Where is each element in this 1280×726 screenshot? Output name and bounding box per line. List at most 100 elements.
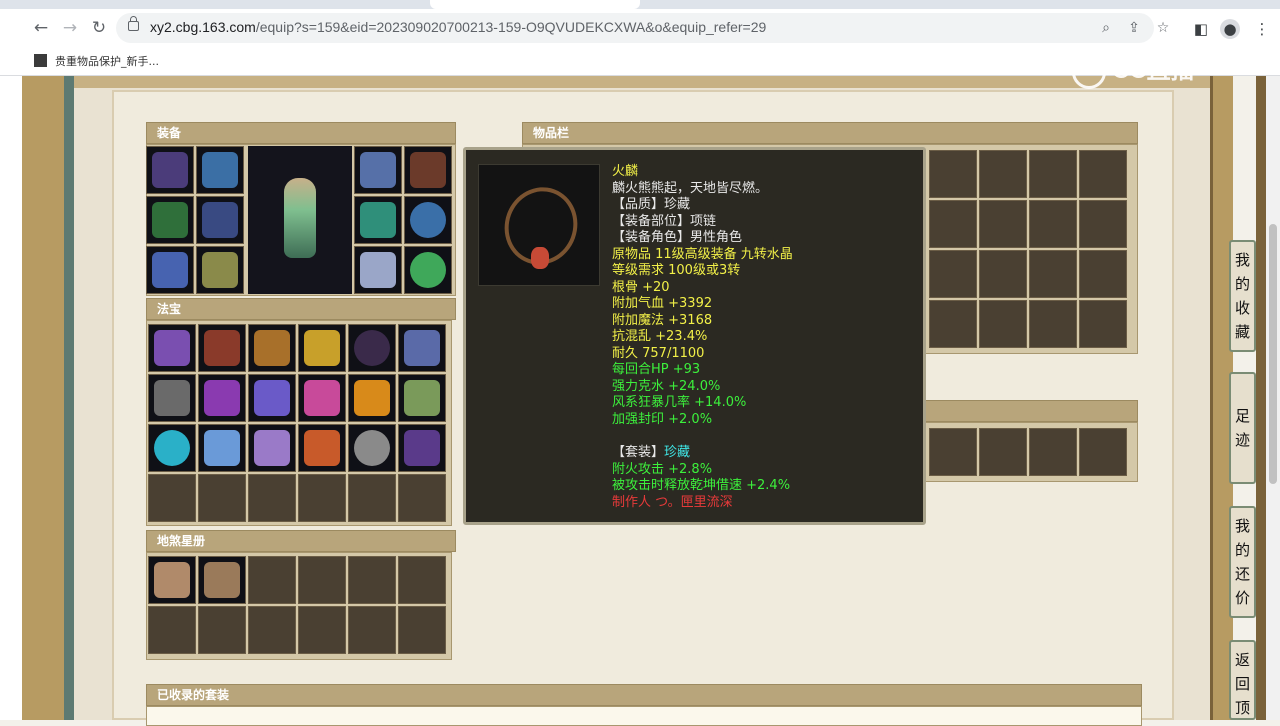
equip-slot-5[interactable] [146,246,194,294]
fabao-slot[interactable] [398,324,446,372]
equip-slot-6[interactable] [196,246,244,294]
item-level: 等级需求 100级或3转 [612,263,741,278]
fabao-empty-slot[interactable] [198,474,246,522]
fabao-slot[interactable] [148,324,196,372]
star-empty-slot[interactable] [298,556,346,604]
equip-slot-hat[interactable] [146,146,194,194]
fabao-slot[interactable] [198,424,246,472]
back-to-top-tab[interactable]: 返回顶 [1229,640,1256,720]
equip-slot-2[interactable] [196,146,244,194]
fabao-empty-slot[interactable] [398,474,446,522]
scrollbar-thumb[interactable] [1269,224,1277,484]
decorative-frame-left [22,76,68,720]
inventory-slot[interactable] [929,250,977,298]
fabao-empty-slot[interactable] [348,474,396,522]
star-card-slot[interactable] [198,556,246,604]
inventory-slot[interactable] [1029,200,1077,248]
star-empty-slot[interactable] [348,606,396,654]
star-empty-slot[interactable] [248,556,296,604]
equip-slot-12[interactable] [404,246,452,294]
fabao-slot[interactable] [398,374,446,422]
bookmark-star-icon[interactable]: ☆ [1153,18,1173,38]
blue-armor-item-icon [202,202,238,238]
star-empty-slot[interactable] [248,606,296,654]
inventory-slot[interactable] [979,200,1027,248]
history-tab[interactable]: 足迹 [1229,372,1256,484]
back-arrow-icon[interactable]: ← [30,17,52,39]
fabao-slot[interactable] [398,424,446,472]
fabao-slot[interactable] [248,424,296,472]
purple-bird-item-icon [404,430,440,466]
star-empty-slot[interactable] [348,556,396,604]
star-empty-slot[interactable] [198,606,246,654]
inventory-slot[interactable] [1029,150,1077,198]
green-blade-item-icon [152,202,188,238]
equip-slot-3[interactable] [146,196,194,244]
fabao-slot[interactable] [248,374,296,422]
sidebar-panel-icon[interactable]: ◧ [1191,19,1211,39]
fabao-slot[interactable] [348,374,396,422]
blue-glove-item-icon [404,330,440,366]
inventory-slot[interactable] [1029,250,1077,298]
equip-slot-7[interactable] [354,146,402,194]
star-card-slot[interactable] [148,556,196,604]
fabao-slot[interactable] [298,374,346,422]
star-empty-slot[interactable] [148,606,196,654]
lock-icon[interactable] [128,16,139,31]
fabao-empty-slot[interactable] [148,474,196,522]
item-set: 【套装】珍藏 [612,445,691,460]
equip-slot-11[interactable] [354,246,402,294]
page-scrollbar[interactable] [1266,76,1280,720]
star-empty-slot[interactable] [398,556,446,604]
inventory-slot[interactable] [929,300,977,348]
fabao-slot[interactable] [348,424,396,472]
storage-slot[interactable] [1029,428,1077,476]
browser-menu-icon[interactable]: ⋮ [1252,19,1272,39]
share-icon[interactable]: ⇪ [1124,18,1144,38]
necklace-gem-shape [531,247,549,269]
storage-slot[interactable] [1079,428,1127,476]
inventory-slot[interactable] [1079,300,1127,348]
fabao-slot[interactable] [198,374,246,422]
zoom-icon[interactable]: ⌕ [1096,18,1116,38]
my-bids-tab[interactable]: 我的还价 [1229,506,1256,618]
inventory-slot[interactable] [1079,200,1127,248]
equip-slot-4[interactable] [196,196,244,244]
inventory-slot[interactable] [979,150,1027,198]
reload-icon[interactable]: ↻ [88,17,110,39]
item-set-effect: 被攻击时释放乾坤借速 +2.4% [612,478,791,493]
inventory-slot[interactable] [1029,300,1077,348]
storage-slot[interactable] [929,428,977,476]
bookmark-item[interactable]: 贵重物品保护_新手... [34,53,159,69]
tab-active[interactable] [430,0,640,9]
fabao-slot[interactable] [148,374,196,422]
inventory-slot[interactable] [979,300,1027,348]
forward-arrow-icon[interactable]: → [59,17,81,39]
fabao-slot[interactable] [298,324,346,372]
fabao-slot[interactable] [248,324,296,372]
inventory-slot[interactable] [1079,150,1127,198]
my-favorites-tab[interactable]: 我的收藏 [1229,240,1256,352]
fabao-slot[interactable] [348,324,396,372]
fabao-slot[interactable] [298,424,346,472]
fabao-slot[interactable] [198,324,246,372]
purple-lantern-item-icon [154,330,190,366]
star-empty-slot[interactable] [398,606,446,654]
inventory-slot[interactable] [1079,250,1127,298]
tab-inactive[interactable] [10,0,410,9]
url-field[interactable]: xy2.cbg.163.com/equip?s=159&eid=20230902… [116,13,1169,43]
url-text[interactable]: xy2.cbg.163.com/equip?s=159&eid=20230902… [150,19,766,35]
item-stat: 附加魔法 +3168 [612,313,713,328]
fabao-empty-slot[interactable] [298,474,346,522]
equip-slot-necklace[interactable] [404,146,452,194]
equip-slot-10[interactable] [404,196,452,244]
fabao-slot[interactable] [148,424,196,472]
fabao-empty-slot[interactable] [248,474,296,522]
profile-avatar-icon[interactable]: ● [1220,19,1240,39]
equip-slot-9[interactable] [354,196,402,244]
star-empty-slot[interactable] [298,606,346,654]
inventory-slot[interactable] [929,150,977,198]
inventory-slot[interactable] [929,200,977,248]
inventory-slot[interactable] [979,250,1027,298]
storage-slot[interactable] [979,428,1027,476]
